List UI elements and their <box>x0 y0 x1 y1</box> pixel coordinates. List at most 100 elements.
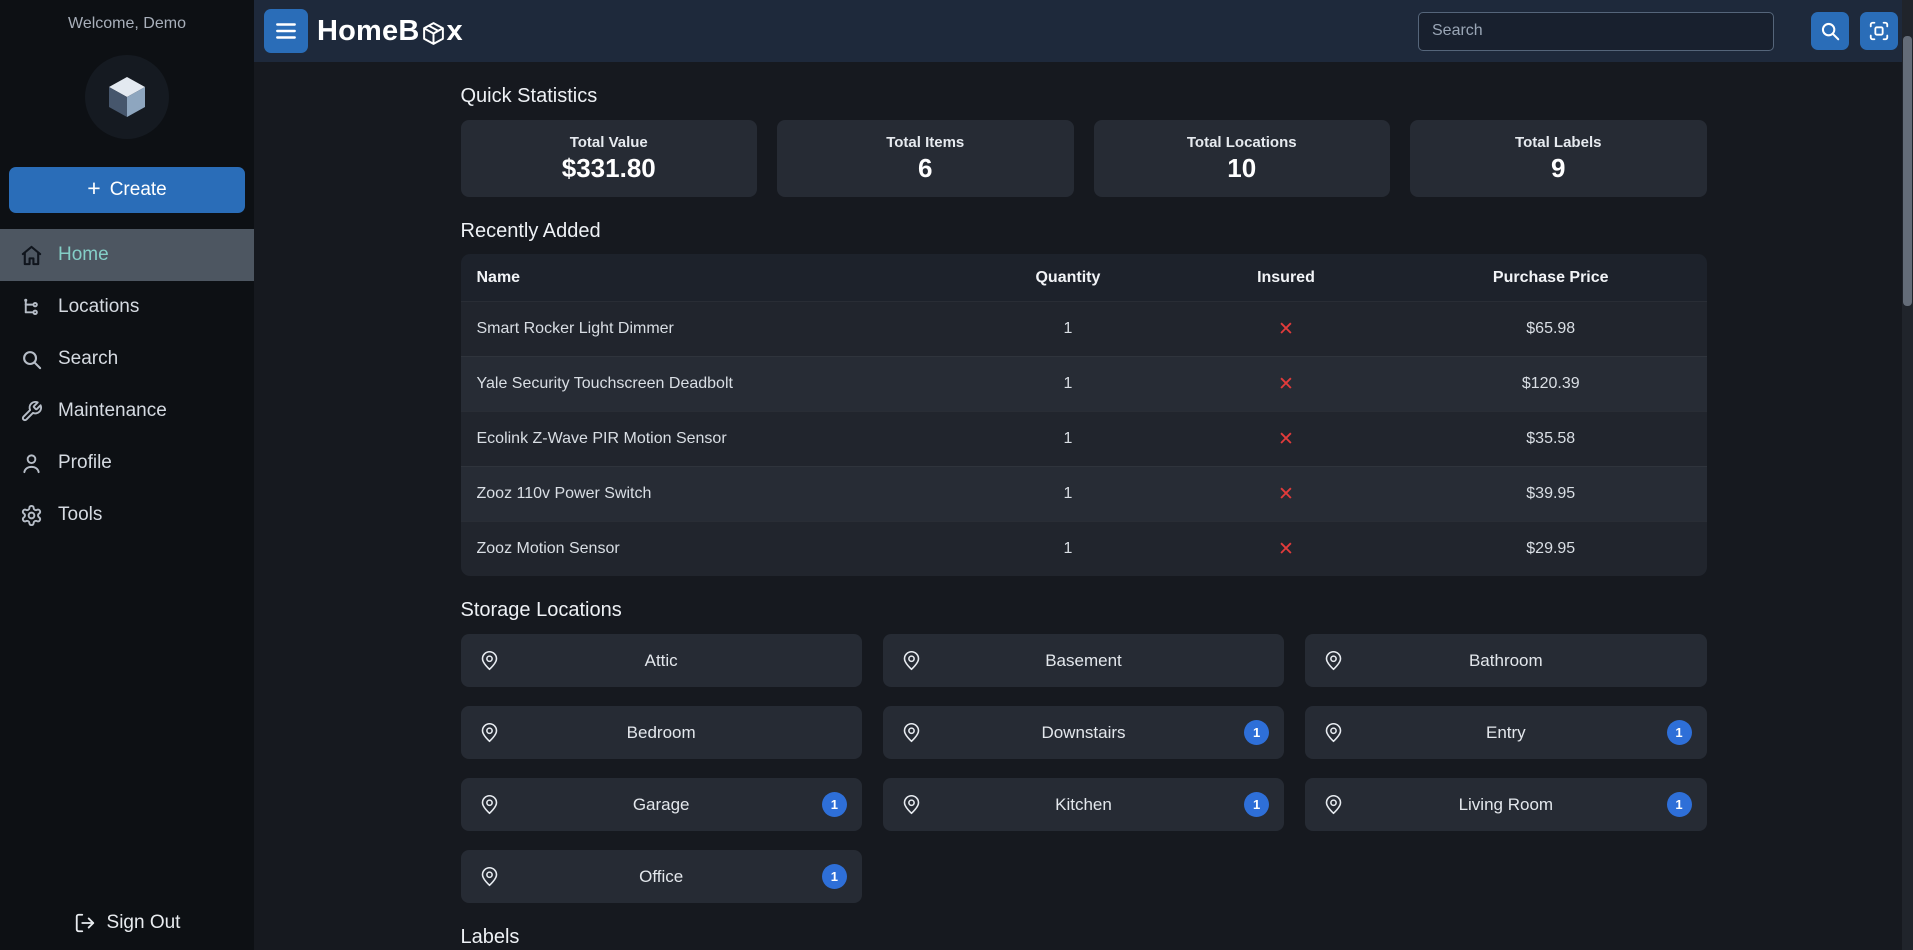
sidebar-item-home[interactable]: Home <box>0 229 254 281</box>
search-button-icon <box>1819 20 1841 42</box>
location-card[interactable]: Bathroom <box>1305 634 1706 687</box>
quantity-cell: 1 <box>959 375 1177 393</box>
scrollbar-track <box>1902 0 1913 950</box>
column-header-purchase-price: Purchase Price <box>1395 269 1707 287</box>
brand-suffix-text: x <box>447 15 463 48</box>
map-pin-icon <box>479 866 500 887</box>
location-count-badge: 1 <box>1667 720 1692 745</box>
stat-card-total-labels: Total Labels 9 <box>1410 120 1707 197</box>
item-name-cell: Ecolink Z-Wave PIR Motion Sensor <box>461 430 959 448</box>
location-count-badge: 1 <box>822 792 847 817</box>
stat-label: Total Labels <box>1515 134 1601 151</box>
location-name: Office <box>639 867 683 887</box>
welcome-text: Welcome, Demo <box>68 15 186 33</box>
sign-out-icon <box>74 912 96 934</box>
brand-prefix-text: HomeB <box>317 15 420 48</box>
table-row[interactable]: Zooz 110v Power Switch 1 ✕ $39.95 <box>461 466 1707 521</box>
column-header-name: Name <box>461 269 959 287</box>
sidebar: Welcome, Demo + Create Home <box>0 0 254 950</box>
not-insured-icon: ✕ <box>1177 428 1395 451</box>
map-pin-icon <box>1323 722 1344 743</box>
location-name: Living Room <box>1459 795 1554 815</box>
stat-label: Total Locations <box>1187 134 1297 151</box>
sidebar-item-search[interactable]: Search <box>0 333 254 385</box>
qr-scan-button[interactable] <box>1860 12 1898 50</box>
stat-label: Total Value <box>570 134 648 151</box>
qr-scan-icon <box>1868 20 1890 42</box>
map-pin-icon <box>1323 650 1344 671</box>
labels-heading: Labels <box>461 925 1707 950</box>
scrollbar-thumb[interactable] <box>1903 36 1912 306</box>
not-insured-icon: ✕ <box>1177 373 1395 396</box>
sign-out-button[interactable]: Sign Out <box>74 912 181 934</box>
menu-button[interactable] <box>264 9 308 53</box>
sidebar-item-label: Tools <box>58 504 102 526</box>
search-button[interactable] <box>1811 12 1849 50</box>
sidebar-item-maintenance[interactable]: Maintenance <box>0 385 254 437</box>
search-input[interactable] <box>1418 12 1774 51</box>
item-name-cell: Zooz Motion Sensor <box>461 540 959 558</box>
item-name-cell: Yale Security Touchscreen Deadbolt <box>461 375 959 393</box>
location-count-badge: 1 <box>822 864 847 889</box>
gear-icon <box>20 504 43 527</box>
location-card[interactable]: Garage 1 <box>461 778 862 831</box>
location-card[interactable]: Basement <box>883 634 1284 687</box>
map-pin-icon <box>479 794 500 815</box>
create-button-label: Create <box>110 179 167 201</box>
recently-added-table: Name Quantity Insured Purchase Price Sma… <box>461 254 1707 576</box>
sidebar-item-label: Home <box>58 244 109 266</box>
sidebar-item-label: Locations <box>58 296 139 318</box>
location-card[interactable]: Downstairs 1 <box>883 706 1284 759</box>
table-row[interactable]: Smart Rocker Light Dimmer 1 ✕ $65.98 <box>461 301 1707 356</box>
location-card[interactable]: Entry 1 <box>1305 706 1706 759</box>
location-card[interactable]: Attic <box>461 634 862 687</box>
table-row[interactable]: Zooz Motion Sensor 1 ✕ $29.95 <box>461 521 1707 576</box>
item-name-cell: Smart Rocker Light Dimmer <box>461 320 959 338</box>
map-pin-icon <box>901 722 922 743</box>
price-cell: $65.98 <box>1395 320 1707 338</box>
main-area: HomeB x Quick Statistics Total Value <box>254 0 1913 950</box>
stat-value: 9 <box>1551 153 1565 184</box>
table-row[interactable]: Ecolink Z-Wave PIR Motion Sensor 1 ✕ $35… <box>461 411 1707 466</box>
location-count-badge: 1 <box>1244 720 1269 745</box>
quantity-cell: 1 <box>959 485 1177 503</box>
location-card[interactable]: Kitchen 1 <box>883 778 1284 831</box>
quantity-cell: 1 <box>959 540 1177 558</box>
location-card[interactable]: Office 1 <box>461 850 862 903</box>
location-name: Kitchen <box>1055 795 1112 815</box>
app-root: Welcome, Demo + Create Home <box>0 0 1913 950</box>
create-button[interactable]: + Create <box>9 167 245 213</box>
location-name: Garage <box>633 795 690 815</box>
sidebar-item-tools[interactable]: Tools <box>0 489 254 541</box>
header-search-group <box>1418 12 1898 51</box>
recently-added-heading: Recently Added <box>461 219 1707 244</box>
location-name: Bedroom <box>627 723 696 743</box>
location-count-badge: 1 <box>1667 792 1692 817</box>
quick-statistics-heading: Quick Statistics <box>461 84 1707 109</box>
sidebar-search-icon <box>20 348 43 371</box>
stat-value: $331.80 <box>562 153 656 184</box>
not-insured-icon: ✕ <box>1177 483 1395 506</box>
box-icon <box>421 21 446 46</box>
price-cell: $39.95 <box>1395 485 1707 503</box>
sidebar-item-locations[interactable]: Locations <box>0 281 254 333</box>
location-card[interactable]: Living Room 1 <box>1305 778 1706 831</box>
home-icon <box>20 244 43 267</box>
location-name: Bathroom <box>1469 651 1543 671</box>
top-header: HomeB x <box>254 0 1913 62</box>
price-cell: $120.39 <box>1395 375 1707 393</box>
locations-tree-icon <box>20 296 43 319</box>
wrench-icon <box>20 400 43 423</box>
not-insured-icon: ✕ <box>1177 538 1395 561</box>
table-row[interactable]: Yale Security Touchscreen Deadbolt 1 ✕ $… <box>461 356 1707 411</box>
map-pin-icon <box>479 722 500 743</box>
plus-icon: + <box>87 175 100 202</box>
price-cell: $29.95 <box>1395 540 1707 558</box>
location-card[interactable]: Bedroom <box>461 706 862 759</box>
stat-card-total-items: Total Items 6 <box>777 120 1074 197</box>
user-icon <box>20 452 43 475</box>
sidebar-item-profile[interactable]: Profile <box>0 437 254 489</box>
price-cell: $35.58 <box>1395 430 1707 448</box>
map-pin-icon <box>479 650 500 671</box>
sidebar-item-label: Search <box>58 348 118 370</box>
